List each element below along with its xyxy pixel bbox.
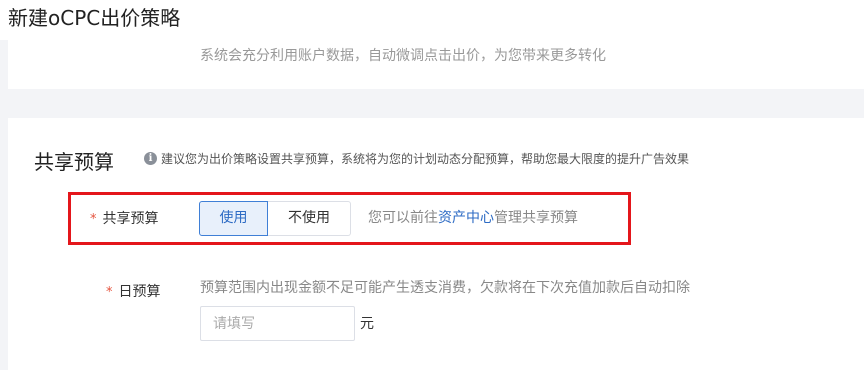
shared-budget-label-group: * 共享预算 xyxy=(90,208,159,229)
daily-budget-label-group: * 日预算 xyxy=(106,281,161,302)
shared-budget-toggle: 使用 不使用 xyxy=(199,201,351,236)
shared-budget-card: 共享预算 i 建议您为出价策略设置共享预算，系统将为您的计划动态分配预算，帮助您… xyxy=(8,118,864,370)
tip-prefix: 您可以前往 xyxy=(368,210,438,226)
strategy-description: 系统会充分利用账户数据，自动微调点击出价，为您带来更多转化 xyxy=(200,48,606,64)
daily-budget-label: 日预算 xyxy=(118,284,161,300)
page-header: 新建oCPC出价策略 xyxy=(0,0,864,40)
required-mark: * xyxy=(90,212,97,227)
daily-budget-description: 预算范围内出现金额不足可能产生透支消费，欠款将在下次充值加款后自动扣除 xyxy=(200,280,690,296)
currency-unit: 元 xyxy=(360,316,374,332)
shared-budget-label: 共享预算 xyxy=(102,211,159,227)
no-shared-budget-button[interactable]: 不使用 xyxy=(268,201,351,236)
tip-suffix: 管理共享预算 xyxy=(494,210,578,226)
section-hint: 建议您为出价策略设置共享预算，系统将为您的计划动态分配预算，帮助您最大限度的提升… xyxy=(161,152,690,166)
info-icon: i xyxy=(144,152,157,165)
daily-budget-input[interactable] xyxy=(200,306,355,341)
strategy-description-card: 系统会充分利用账户数据，自动微调点击出价，为您带来更多转化 xyxy=(8,40,864,89)
required-mark: * xyxy=(106,285,113,300)
use-shared-budget-button[interactable]: 使用 xyxy=(199,201,268,236)
shared-budget-tip: 您可以前往资产中心管理共享预算 xyxy=(368,208,578,228)
section-title: 共享预算 xyxy=(34,150,114,174)
page-title: 新建oCPC出价策略 xyxy=(8,6,181,30)
asset-center-link[interactable]: 资产中心 xyxy=(438,210,494,226)
